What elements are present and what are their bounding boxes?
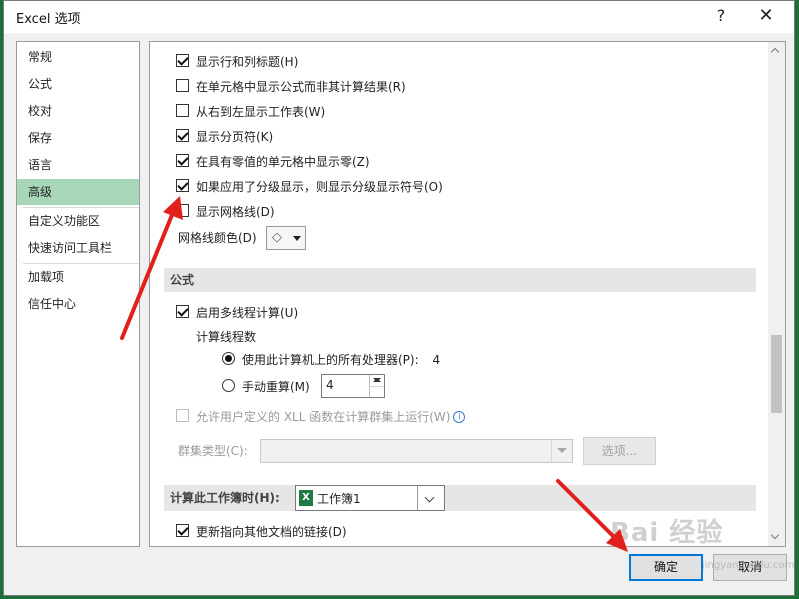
vertical-scrollbar[interactable]	[768, 42, 785, 546]
option-xll-cluster: 允许用户定义的 XLL 函数在计算群集上运行(W) i	[176, 406, 466, 426]
workbook-select[interactable]: X 工作簿1	[295, 485, 445, 511]
checkbox[interactable]	[176, 305, 189, 318]
chevron-down-icon[interactable]	[417, 486, 444, 510]
paint-bucket-icon: ◇	[272, 230, 282, 245]
help-icon[interactable]: ?	[708, 5, 734, 27]
checkbox[interactable]	[176, 79, 189, 92]
option-label: 从右到左显示工作表(W)	[196, 104, 326, 119]
nav-item-language[interactable]: 语言	[17, 152, 139, 178]
nav-item-advanced[interactable]: 高级	[17, 179, 139, 205]
option-show-page-breaks[interactable]: 显示分页符(K)	[176, 126, 273, 146]
excel-workbook-icon: X	[299, 490, 313, 506]
option-show-zero[interactable]: 在具有零值的单元格中显示零(Z)	[176, 151, 370, 171]
nav-item-add-ins[interactable]: 加载项	[17, 264, 139, 290]
dropdown-arrow-icon	[293, 236, 301, 241]
spinner-value[interactable]: 4	[326, 378, 334, 392]
cluster-options-button: 选项...	[583, 437, 656, 465]
option-label: 在单元格中显示公式而非其计算结果(R)	[196, 79, 406, 94]
spinner-buttons	[369, 375, 384, 397]
option-label: 显示分页符(K)	[196, 129, 274, 144]
option-show-row-col-headers[interactable]: 显示行和列标题(H)	[176, 51, 298, 71]
scroll-down-icon[interactable]	[768, 529, 785, 546]
scroll-up-icon[interactable]	[768, 42, 785, 59]
option-label: 显示网格线(D)	[196, 204, 275, 219]
checkbox[interactable]	[176, 524, 189, 537]
nav-item-general[interactable]: 常规	[17, 44, 139, 70]
option-label: 显示行和列标题(H)	[196, 54, 299, 69]
nav-item-customize-ribbon[interactable]: 自定义功能区	[17, 208, 139, 234]
threads-label: 计算线程数	[196, 330, 257, 344]
workbook-select-value: 工作簿1	[317, 492, 361, 506]
close-icon[interactable]: ✕	[753, 5, 779, 27]
ok-button[interactable]: 确定	[629, 554, 703, 581]
gridline-color-label: 网格线颜色(D)	[178, 231, 257, 245]
checkbox[interactable]	[176, 204, 189, 217]
section-header-formulas: 公式	[164, 268, 756, 292]
checkbox[interactable]	[176, 129, 189, 142]
nav-item-trust-center[interactable]: 信任中心	[17, 291, 139, 317]
checkbox[interactable]	[176, 54, 189, 67]
option-use-all-processors[interactable]: 使用此计算机上的所有处理器(P): 4	[222, 349, 440, 369]
excel-options-dialog: Excel 选项 ? ✕ 常规 公式 校对 保存 语言 高级 自定义功能区 快速…	[3, 0, 795, 596]
watermark-url: jingyan.baidu.com	[702, 560, 795, 571]
cluster-type-label: 群集类型(C):	[178, 444, 248, 458]
checkbox[interactable]	[176, 154, 189, 167]
checkbox	[176, 409, 189, 422]
nav-item-formulas[interactable]: 公式	[17, 71, 139, 97]
title-bar: Excel 选项 ? ✕	[4, 1, 794, 33]
option-right-to-left[interactable]: 从右到左显示工作表(W)	[176, 101, 325, 121]
option-multithread[interactable]: 启用多线程计算(U)	[176, 302, 298, 322]
radio-button[interactable]	[222, 379, 235, 392]
thread-count-spinner[interactable]: 4	[321, 374, 385, 398]
option-label: 启用多线程计算(U)	[196, 305, 299, 320]
checkbox[interactable]	[176, 104, 189, 117]
cluster-type-select	[260, 439, 573, 463]
option-manual-threads[interactable]: 手动重算(M)	[222, 376, 310, 396]
advanced-options-panel: 显示行和列标题(H) 在单元格中显示公式而非其计算结果(R) 从右到左显示工作表…	[149, 41, 786, 547]
nav-item-quick-access-toolbar[interactable]: 快速访问工具栏	[17, 235, 139, 261]
watermark-logo: Bai 经验	[610, 518, 724, 548]
section-header-workbook-calc: 计算此工作簿时(H):	[164, 485, 756, 511]
option-label: 在具有零值的单元格中显示零(Z)	[196, 154, 370, 169]
options-nav: 常规 公式 校对 保存 语言 高级 自定义功能区 快速访问工具栏 加载项 信任中…	[16, 41, 140, 547]
option-label: 更新指向其他文档的链接(D)	[196, 524, 347, 539]
section-title: 计算此工作簿时(H):	[170, 491, 280, 505]
dialog-title: Excel 选项	[16, 12, 81, 27]
spinner-down-icon[interactable]	[370, 375, 384, 386]
option-label: 允许用户定义的 XLL 函数在计算群集上运行(W)	[196, 409, 451, 424]
option-label: 如果应用了分级显示，则显示分级显示符号(O)	[196, 179, 443, 194]
option-label: 手动重算(M)	[242, 379, 310, 394]
nav-item-save[interactable]: 保存	[17, 125, 139, 151]
scroll-thumb[interactable]	[771, 335, 782, 413]
radio-button[interactable]	[222, 352, 235, 365]
info-icon: i	[453, 410, 466, 423]
option-show-formulas[interactable]: 在单元格中显示公式而非其计算结果(R)	[176, 76, 406, 96]
option-show-gridlines[interactable]: 显示网格线(D)	[176, 201, 275, 221]
gridline-color-picker[interactable]: ◇	[266, 226, 306, 250]
option-label: 使用此计算机上的所有处理器(P):	[242, 352, 419, 367]
option-show-outline[interactable]: 如果应用了分级显示，则显示分级显示符号(O)	[176, 176, 443, 196]
chevron-down-icon	[551, 440, 572, 462]
checkbox[interactable]	[176, 179, 189, 192]
nav-item-proofing[interactable]: 校对	[17, 98, 139, 124]
option-update-links[interactable]: 更新指向其他文档的链接(D)	[176, 521, 347, 541]
processor-count: 4	[432, 352, 441, 367]
